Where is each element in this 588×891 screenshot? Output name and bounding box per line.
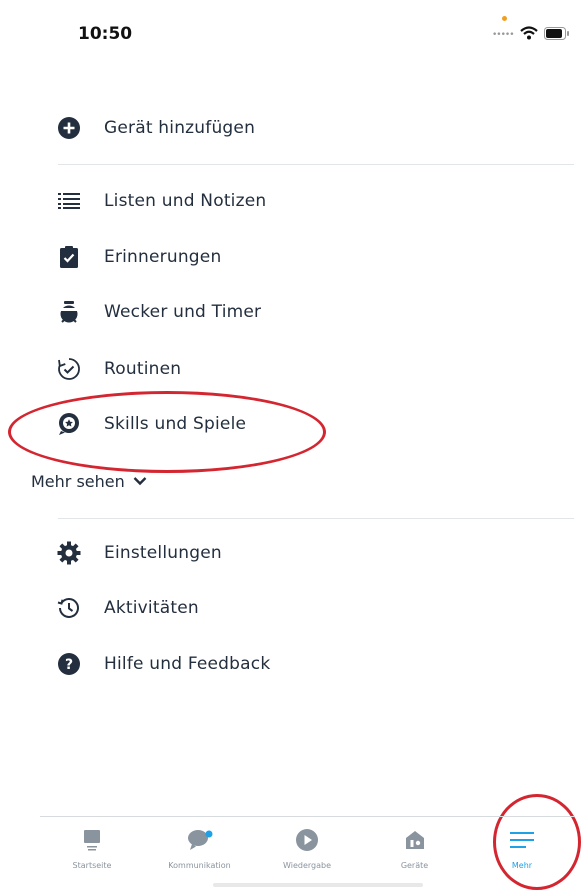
activities-label: Aktivitäten — [104, 598, 199, 618]
history-icon — [56, 595, 82, 621]
home-indicator — [213, 883, 423, 887]
routines-label: Routinen — [104, 359, 182, 379]
divider — [58, 164, 574, 165]
status-icons: ••••• — [470, 16, 570, 44]
alarms-timers-label: Wecker und Timer — [104, 302, 262, 322]
tab-home[interactable]: Startseite — [40, 817, 144, 877]
activities-item[interactable]: Aktivitäten — [56, 588, 556, 628]
lists-notes-item[interactable]: Listen und Notizen — [56, 181, 556, 221]
routine-icon — [56, 356, 82, 382]
see-more-label: Mehr sehen — [31, 471, 125, 491]
skills-icon — [56, 411, 82, 437]
plus-circle-icon — [56, 115, 82, 141]
tab-playback-label: Wiedergabe — [282, 861, 331, 870]
add-device-item[interactable]: Gerät hinzufügen — [56, 108, 556, 148]
alarm-clock-icon — [56, 299, 82, 325]
reminders-item[interactable]: Erinnerungen — [56, 237, 556, 277]
see-more-toggle[interactable]: Mehr sehen — [31, 466, 147, 496]
tab-more[interactable]: Mehr — [470, 817, 574, 877]
svg-text:?: ? — [65, 657, 73, 673]
tab-communication[interactable]: Kommunikation — [148, 817, 252, 877]
devices-icon — [400, 827, 430, 853]
skills-games-label: Skills und Spiele — [104, 414, 247, 434]
play-icon — [292, 827, 322, 853]
wifi-icon — [520, 26, 538, 40]
status-time: 10:50 — [78, 24, 133, 44]
routines-item[interactable]: Routinen — [56, 349, 556, 389]
bottom-tab-bar: Startseite Kommunikation Wiedergabe Gerä… — [40, 816, 574, 877]
list-icon — [56, 188, 82, 214]
tab-devices-label: Geräte — [400, 861, 429, 870]
tab-playback[interactable]: Wiedergabe — [255, 817, 359, 877]
status-bar: 10:50 ••••• — [0, 0, 588, 70]
help-feedback-label: Hilfe und Feedback — [104, 654, 271, 674]
home-icon — [77, 827, 107, 853]
clipboard-check-icon — [56, 244, 82, 270]
divider — [58, 518, 574, 519]
tab-home-label: Startseite — [72, 861, 112, 870]
tab-communication-label: Kommunikation — [168, 861, 231, 870]
add-device-label: Gerät hinzufügen — [104, 118, 256, 138]
skills-games-item[interactable]: Skills und Spiele — [56, 404, 556, 444]
menu-icon — [507, 827, 537, 853]
alarms-timers-item[interactable]: Wecker und Timer — [56, 292, 556, 332]
settings-item[interactable]: Einstellungen — [56, 533, 556, 573]
signal-icon: ••••• — [492, 30, 515, 40]
tab-more-label: Mehr — [511, 861, 533, 870]
chat-icon — [185, 827, 215, 853]
help-icon: ? — [56, 651, 82, 677]
reminders-label: Erinnerungen — [104, 247, 222, 267]
recording-dot-icon — [502, 16, 507, 21]
lists-notes-label: Listen und Notizen — [104, 191, 267, 211]
help-feedback-item[interactable]: ? Hilfe und Feedback — [56, 644, 556, 684]
chevron-down-icon — [133, 477, 147, 486]
tab-devices[interactable]: Geräte — [363, 817, 467, 877]
gear-icon — [56, 540, 82, 566]
settings-label: Einstellungen — [104, 543, 222, 563]
battery-icon — [544, 27, 569, 40]
